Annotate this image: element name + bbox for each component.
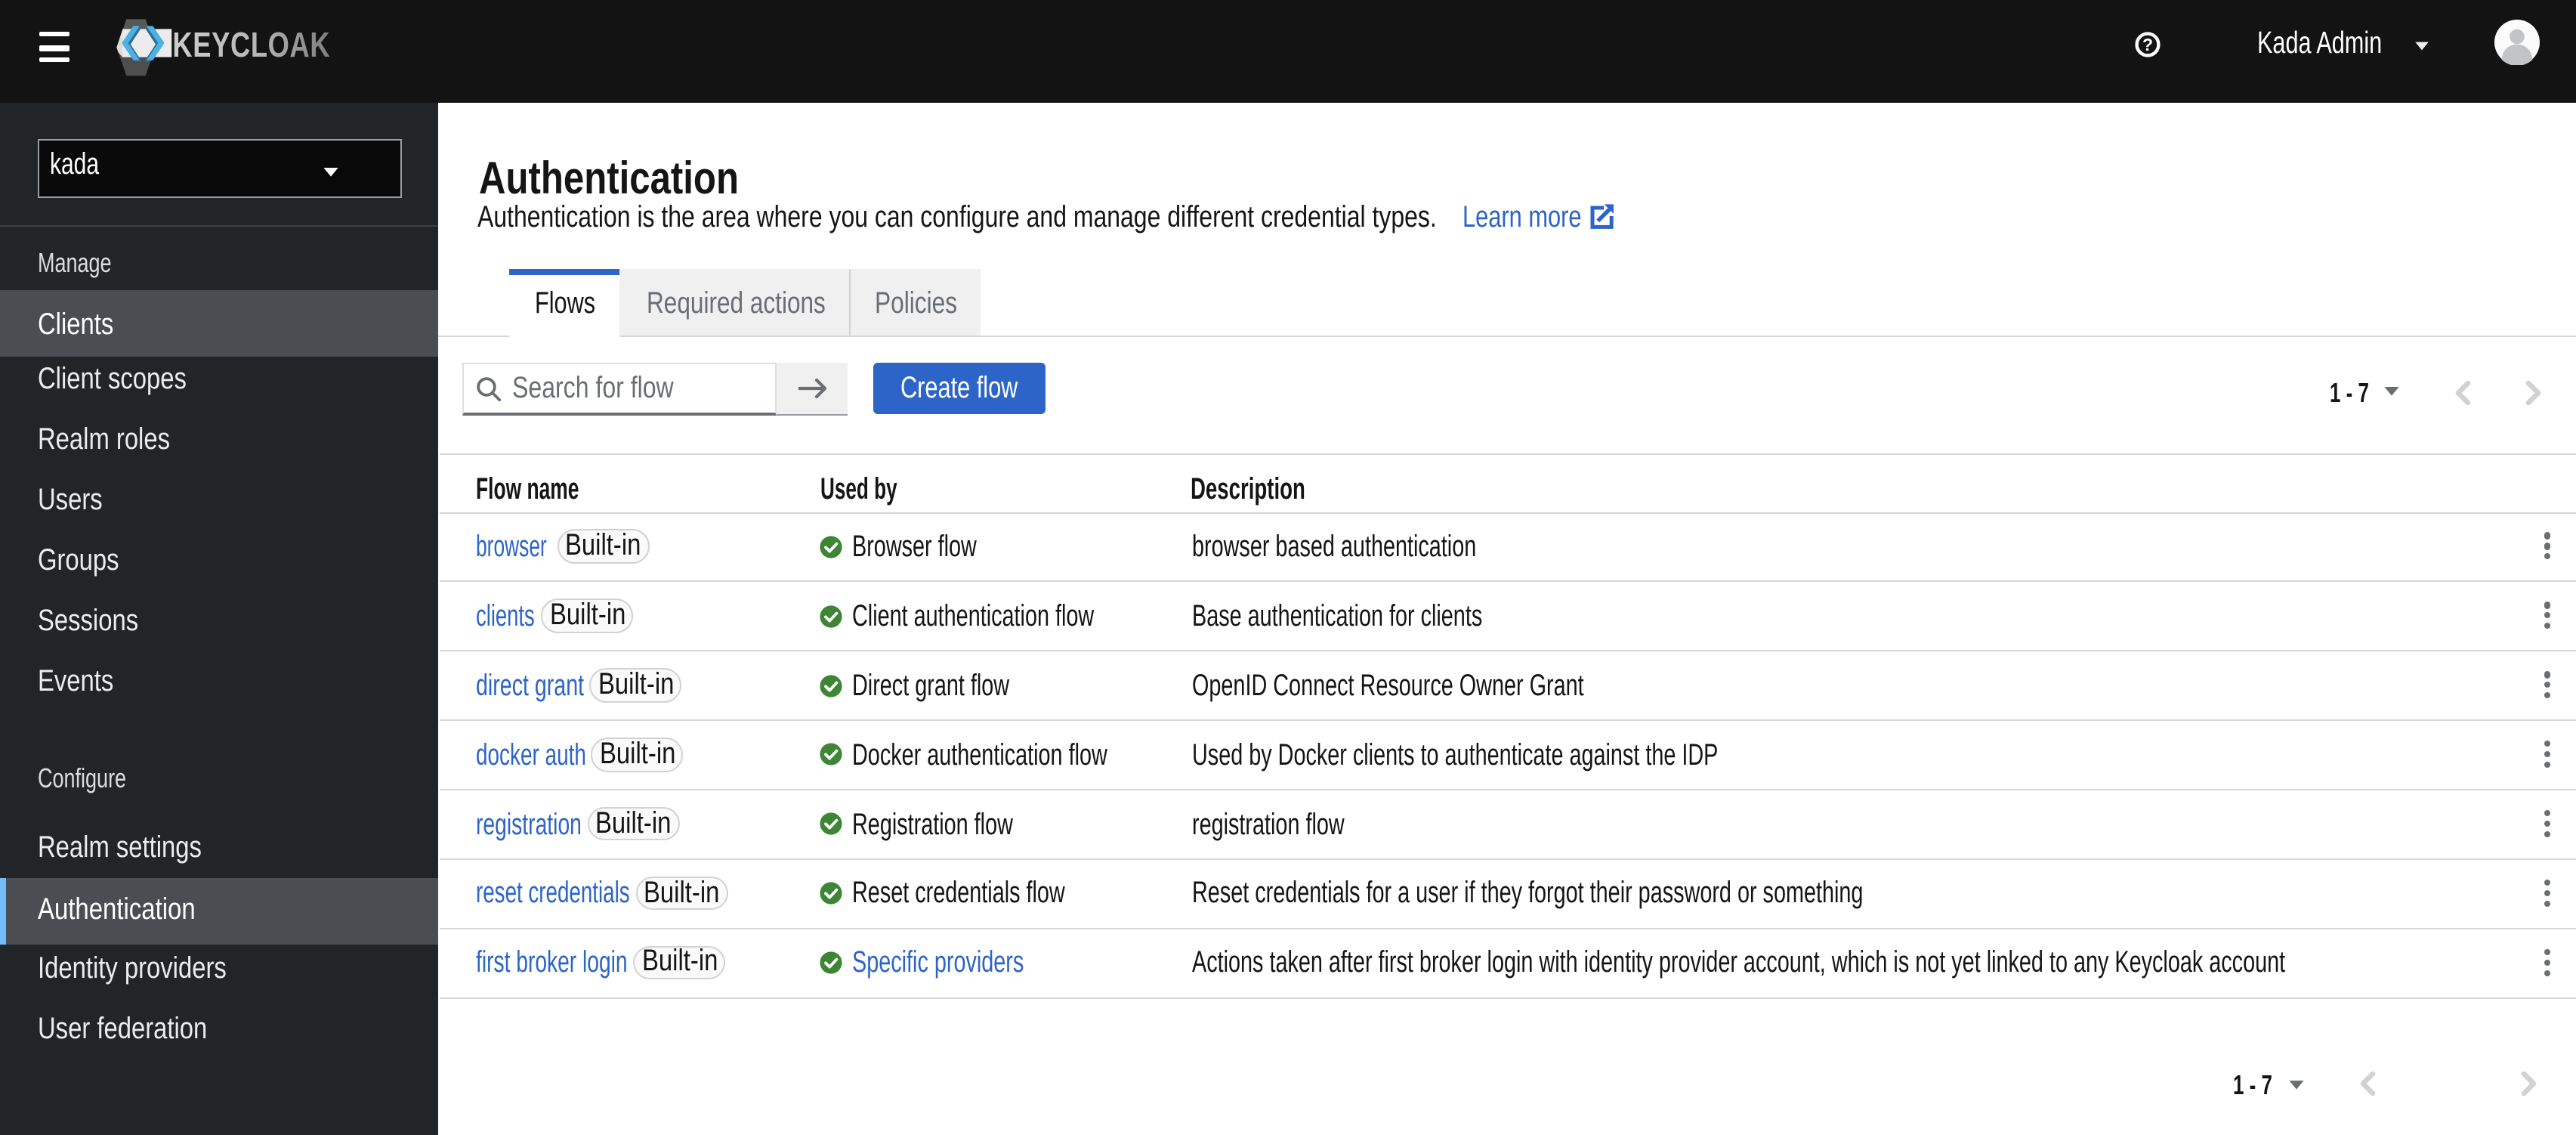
svg-text:KEYCLOAK: KEYCLOAK xyxy=(172,25,330,64)
svg-text:?: ? xyxy=(2142,35,2152,54)
